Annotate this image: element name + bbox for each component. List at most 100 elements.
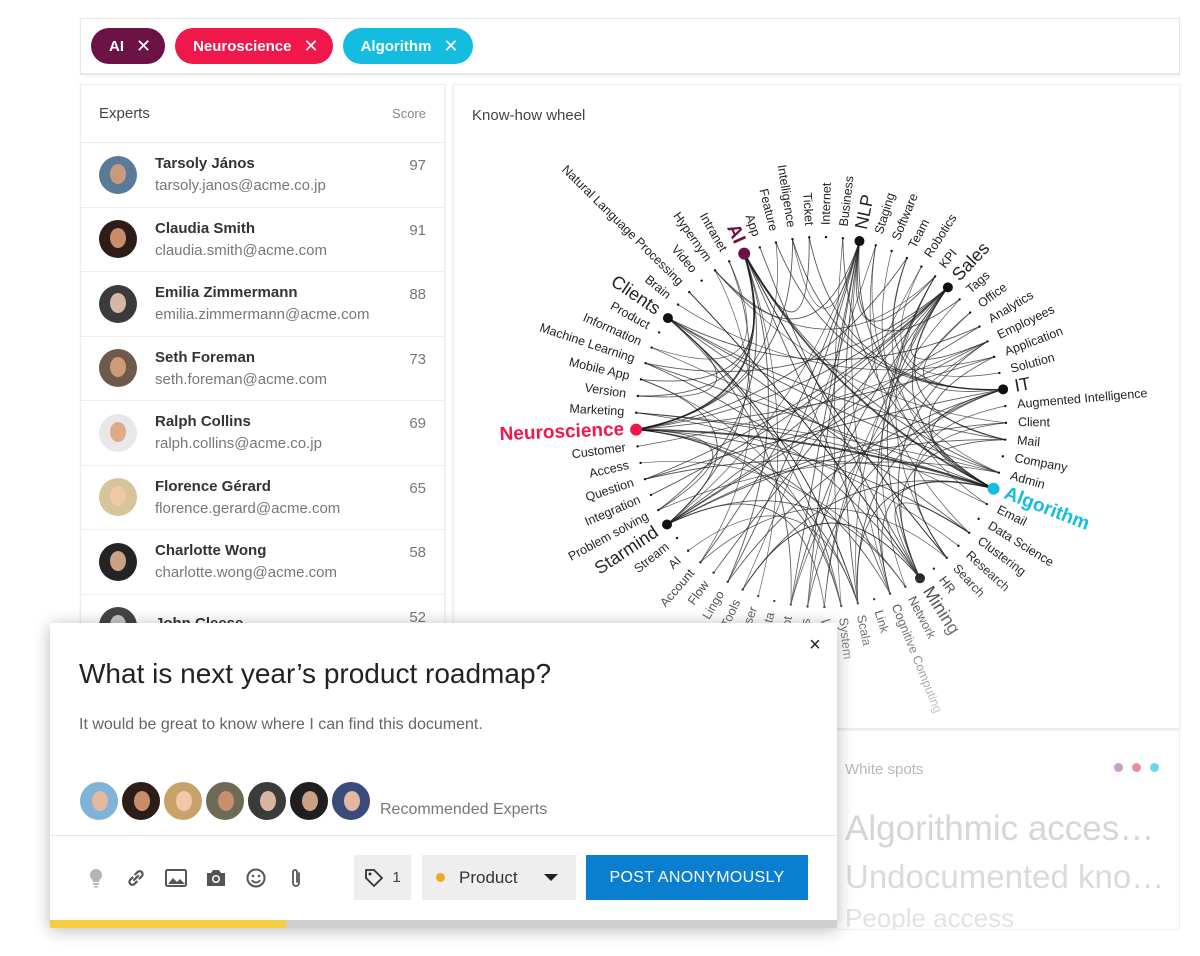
wheel-node[interactable] — [957, 544, 960, 547]
wheel-label[interactable]: Internet — [819, 182, 834, 225]
tags-button[interactable]: 1 — [354, 855, 411, 900]
white-spot-item[interactable]: People access — [845, 903, 1014, 929]
wheel-node[interactable] — [635, 411, 638, 414]
wheel-label[interactable]: IT — [1013, 373, 1032, 396]
wheel-node[interactable] — [1004, 421, 1008, 425]
expert-score: 65 — [409, 479, 426, 497]
wheel-node[interactable] — [808, 236, 811, 239]
filter-chip-neuroscience[interactable]: Neuroscience ✕ — [175, 28, 333, 64]
post-anonymously-button[interactable]: POST ANONYMOUSLY — [586, 855, 808, 900]
wheel-node[interactable] — [686, 549, 690, 552]
expert-row[interactable]: Ralph Collins ralph.collins@acme.co.jp 69 — [81, 401, 444, 466]
wheel-node[interactable] — [657, 331, 661, 334]
remove-icon[interactable]: ✕ — [136, 37, 151, 55]
white-spot-item[interactable]: Algorithmic acces… — [845, 809, 1154, 849]
remove-icon[interactable]: ✕ — [443, 37, 458, 55]
question-title[interactable]: What is next year’s product roadmap? — [79, 658, 551, 690]
image-icon[interactable] — [165, 867, 187, 889]
wheel-node[interactable] — [636, 394, 640, 398]
wheel-node[interactable] — [738, 247, 751, 260]
wheel-node[interactable] — [998, 384, 1009, 395]
expert-row[interactable]: Emilia Zimmermann emilia.zimmermann@acme.… — [81, 272, 444, 337]
close-icon[interactable]: × — [805, 635, 825, 655]
remove-icon[interactable]: ✕ — [303, 37, 318, 55]
white-spot-item[interactable]: Undocumented kno… — [845, 858, 1164, 896]
expert-row[interactable]: Seth Foreman seth.foreman@acme.com 73 — [81, 337, 444, 401]
wheel-node[interactable] — [992, 355, 996, 359]
wheel-node[interactable] — [644, 362, 647, 365]
wheel-node[interactable] — [874, 244, 877, 247]
wheel-node[interactable] — [998, 371, 1001, 375]
wheel-node[interactable] — [662, 313, 673, 324]
category-select[interactable]: Product — [422, 855, 576, 900]
wheel-label[interactable]: Ticket — [800, 192, 816, 226]
wheel-node[interactable] — [728, 260, 731, 263]
lightbulb-icon[interactable] — [85, 867, 107, 889]
wheel-node[interactable] — [854, 236, 865, 247]
avatar[interactable] — [121, 781, 161, 821]
wheel-node[interactable] — [1001, 455, 1004, 458]
expert-row[interactable]: Florence Gérard florence.gerard@acme.com … — [81, 466, 444, 530]
wheel-node[interactable] — [987, 482, 1000, 495]
wheel-label[interactable]: Natural Language Processing — [559, 163, 686, 289]
wheel-label[interactable]: Client — [1018, 415, 1051, 429]
expert-row[interactable]: Charlotte Wong charlotte.wong@acme.com 58 — [81, 530, 444, 595]
filter-chip-ai[interactable]: AI ✕ — [91, 28, 166, 64]
wheel-node[interactable] — [639, 378, 643, 381]
wheel-node[interactable] — [688, 290, 691, 294]
avatar[interactable] — [205, 781, 245, 821]
wheel-node[interactable] — [713, 269, 717, 272]
link-icon[interactable] — [125, 867, 147, 889]
avatar[interactable] — [247, 781, 287, 821]
wheel-node[interactable] — [942, 282, 953, 293]
wheel-node[interactable] — [662, 519, 673, 530]
question-description[interactable]: It would be great to know where I can fi… — [79, 716, 483, 734]
wheel-node[interactable] — [958, 298, 961, 301]
wheel-node[interactable] — [978, 325, 981, 328]
wheel-node[interactable] — [841, 237, 845, 240]
wheel-node[interactable] — [905, 256, 909, 260]
wheel-node[interactable] — [774, 241, 778, 244]
wheel-label[interactable]: Customer — [571, 440, 627, 461]
wheel-node[interactable] — [824, 235, 828, 239]
wheel-node[interactable] — [758, 246, 762, 249]
wheel-node[interactable] — [649, 493, 653, 497]
wheel-node[interactable] — [933, 275, 937, 278]
wheel-node[interactable] — [986, 340, 989, 343]
wheel-node[interactable] — [1003, 438, 1007, 441]
wheel-node[interactable] — [985, 502, 988, 506]
wheel-label[interactable]: Augmented Intelligence — [1017, 386, 1148, 411]
wheel-node[interactable] — [676, 303, 680, 306]
wheel-node[interactable] — [920, 265, 923, 268]
camera-icon[interactable] — [205, 867, 227, 889]
wheel-node[interactable] — [650, 346, 653, 349]
wheel-node[interactable] — [643, 477, 647, 481]
wheel-node[interactable] — [675, 536, 679, 540]
wheel-node[interactable] — [636, 445, 639, 448]
avatar[interactable] — [331, 781, 371, 821]
wheel-label[interactable]: Neuroscience — [499, 419, 624, 445]
wheel-label[interactable]: Mail — [1016, 433, 1040, 449]
expert-row[interactable]: Claudia Smith claudia.smith@acme.com 91 — [81, 208, 444, 272]
wheel-node[interactable] — [977, 517, 980, 521]
dots-menu-icon[interactable] — [1114, 763, 1159, 772]
avatar[interactable] — [163, 781, 203, 821]
wheel-node[interactable] — [997, 471, 1001, 474]
avatar[interactable] — [289, 781, 329, 821]
wheel-node[interactable] — [890, 249, 893, 253]
wheel-node[interactable] — [700, 279, 703, 282]
attachment-icon[interactable] — [285, 867, 307, 889]
wheel-node[interactable] — [791, 238, 794, 241]
wheel-label[interactable]: Marketing — [569, 402, 625, 419]
emoji-icon[interactable] — [245, 867, 267, 889]
wheel-node[interactable] — [657, 508, 660, 512]
wheel-node[interactable] — [630, 423, 643, 436]
wheel-label[interactable]: Version — [584, 381, 627, 401]
avatar[interactable] — [79, 781, 119, 821]
expert-row[interactable]: Tarsoly János tarsoly.janos@acme.co.jp 97 — [81, 143, 444, 208]
wheel-node[interactable] — [968, 311, 972, 314]
wheel-node[interactable] — [967, 531, 971, 534]
filter-chip-algorithm[interactable]: Algorithm ✕ — [342, 28, 473, 64]
wheel-node[interactable] — [639, 461, 642, 465]
wheel-node[interactable] — [1004, 404, 1007, 408]
